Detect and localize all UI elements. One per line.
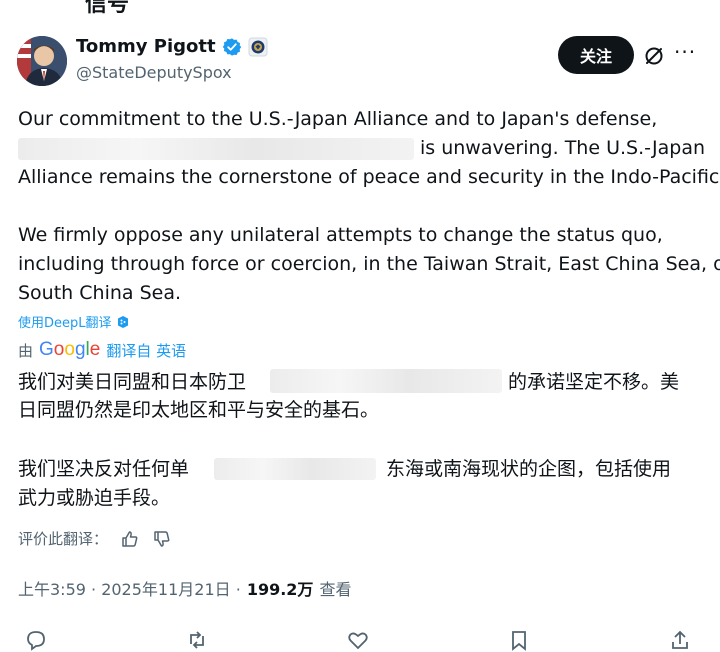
rate-translation-row: 评价此翻译： [18,528,172,549]
thumbs-down-icon[interactable] [152,529,172,549]
author-name-row: Tommy Pigott [76,36,268,57]
reply-icon[interactable] [24,628,48,652]
google-translate-row: 由 Google 翻译自 英语 [18,339,186,361]
deepl-badge-icon [117,315,128,328]
tweet-line: including through force or coercion, in … [18,253,720,275]
translation-line: 武力或胁迫手段。 [18,487,171,509]
tweet-line: Alliance remains the cornerstone of peac… [18,166,720,188]
thumbs-up-icon[interactable] [120,529,140,549]
deepl-translate-link[interactable]: 使用DeepL翻译 [18,312,130,331]
more-options-button[interactable]: ··· [674,40,696,64]
tweet-line: Our commitment to the U.S.-Japan Allianc… [18,108,658,130]
deepl-label: 使用DeepL翻译 [18,316,112,331]
tweet-line: We firmly oppose any unilateral attempts… [18,224,663,246]
tweet-meta-row: 上午3:59 · 2025年11月21日 · 199.2万 查看 [18,576,351,600]
redacted-text [214,458,376,480]
state-seal-icon [248,37,268,56]
avatar[interactable] [17,36,67,86]
view-count: 199.2万 [246,580,314,599]
post-timestamp[interactable]: 上午3:59 · 2025年11月21日 · [18,576,241,600]
like-icon[interactable] [346,628,370,652]
cut-page-title: 信号 [85,0,130,17]
grok-icon[interactable] [642,44,666,68]
tweet-line: South China Sea. [18,282,182,304]
avatar-photo [17,36,67,86]
repost-icon[interactable] [185,628,209,652]
follow-button[interactable]: 关注 [558,36,634,74]
tweet-line: is unwavering. The U.S.-Japan [420,137,706,159]
redacted-text [18,138,414,160]
translation-line: 的承诺坚定不移。美 [508,371,680,393]
by-prefix: 由 [18,341,34,360]
author-handle[interactable]: @StateDeputySpox [76,63,232,82]
translation-line: 我们对美日同盟和日本防卫 [18,371,247,393]
google-logo: Google [39,339,101,360]
rate-label: 评价此翻译： [18,530,109,548]
translation-line: 我们坚决反对任何单 [18,458,190,480]
redacted-text [270,369,502,393]
share-icon[interactable] [668,628,692,652]
bookmark-icon[interactable] [507,628,531,652]
author-name[interactable]: Tommy Pigott [76,36,216,57]
translation-line: 日同盟仍然是印太地区和平与安全的基石。 [18,399,380,421]
verified-badge-icon [222,37,241,56]
translated-from-link[interactable]: 翻译自 英语 [106,340,186,361]
views-label: 查看 [319,580,352,599]
translation-line: 东海或南海现状的企图，包括使用 [386,458,672,480]
